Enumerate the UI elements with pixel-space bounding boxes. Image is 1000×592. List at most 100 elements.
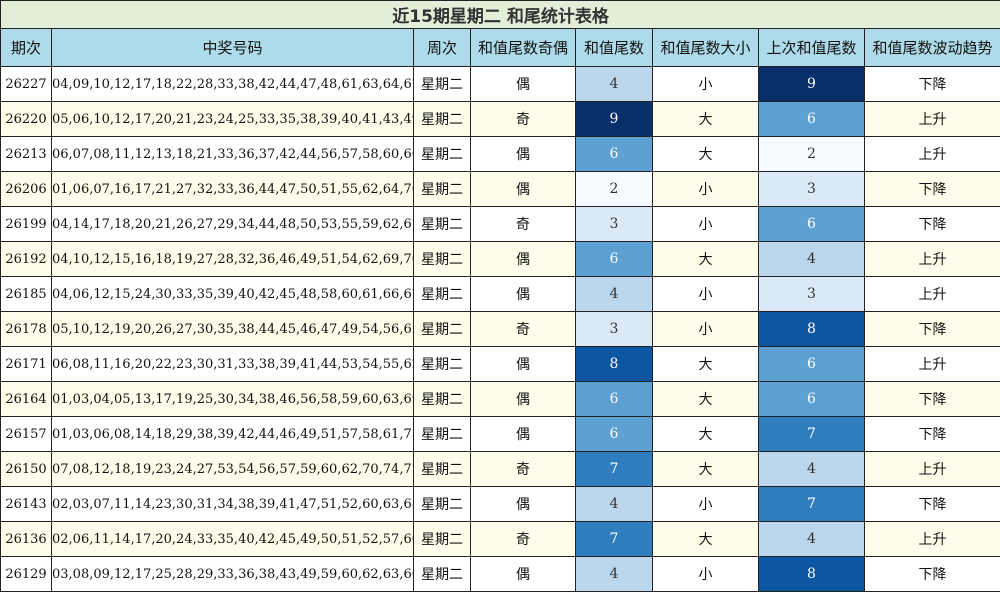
table-row: 2614302,03,07,11,14,23,30,31,34,38,39,41… — [1, 487, 1000, 522]
cell-parity: 偶 — [471, 277, 576, 312]
table-row: 2615701,03,06,08,14,18,29,38,39,42,44,46… — [1, 417, 1000, 452]
cell-issue: 26206 — [1, 172, 52, 207]
cell-trend: 下降 — [865, 417, 1000, 452]
cell-weekday: 星期二 — [414, 137, 471, 172]
header-size: 和值尾数大小 — [653, 29, 759, 67]
cell-numbers: 04,09,10,12,17,18,22,28,33,38,42,44,47,4… — [52, 67, 414, 102]
cell-size: 大 — [653, 382, 759, 417]
cell-prev-tail: 7 — [759, 487, 865, 522]
cell-issue: 26192 — [1, 242, 52, 277]
table-row: 2619204,10,12,15,16,18,19,27,28,32,36,46… — [1, 242, 1000, 277]
header-numbers: 中奖号码 — [52, 29, 414, 67]
cell-numbers: 04,06,12,15,24,30,33,35,39,40,42,45,48,5… — [52, 277, 414, 312]
cell-trend: 上升 — [865, 277, 1000, 312]
cell-numbers: 04,14,17,18,20,21,26,27,29,34,44,48,50,5… — [52, 207, 414, 242]
cell-tail: 4 — [576, 67, 653, 102]
cell-tail: 6 — [576, 417, 653, 452]
cell-prev-tail: 6 — [759, 347, 865, 382]
table-row: 2613602,06,11,14,17,20,24,33,35,40,42,45… — [1, 522, 1000, 557]
cell-issue: 26129 — [1, 557, 52, 592]
cell-parity: 奇 — [471, 102, 576, 137]
cell-weekday: 星期二 — [414, 312, 471, 347]
cell-parity: 奇 — [471, 312, 576, 347]
cell-weekday: 星期二 — [414, 172, 471, 207]
header-parity: 和值尾数奇偶 — [471, 29, 576, 67]
cell-parity: 偶 — [471, 417, 576, 452]
header-weekday: 周次 — [414, 29, 471, 67]
cell-size: 小 — [653, 557, 759, 592]
cell-prev-tail: 7 — [759, 417, 865, 452]
cell-trend: 下降 — [865, 67, 1000, 102]
cell-parity: 奇 — [471, 207, 576, 242]
cell-trend: 下降 — [865, 207, 1000, 242]
table-row: 2615007,08,12,18,19,23,24,27,53,54,56,57… — [1, 452, 1000, 487]
cell-trend: 下降 — [865, 557, 1000, 592]
cell-numbers: 02,03,07,11,14,23,30,31,34,38,39,41,47,5… — [52, 487, 414, 522]
cell-size: 小 — [653, 172, 759, 207]
cell-tail: 4 — [576, 487, 653, 522]
table-row: 2622704,09,10,12,17,18,22,28,33,38,42,44… — [1, 67, 1000, 102]
cell-issue: 26199 — [1, 207, 52, 242]
cell-parity: 偶 — [471, 487, 576, 522]
cell-prev-tail: 4 — [759, 522, 865, 557]
cell-size: 大 — [653, 522, 759, 557]
cell-issue: 26213 — [1, 137, 52, 172]
cell-tail: 6 — [576, 242, 653, 277]
cell-tail: 9 — [576, 102, 653, 137]
cell-trend: 下降 — [865, 487, 1000, 522]
cell-numbers: 06,08,11,16,20,22,23,30,31,33,38,39,41,4… — [52, 347, 414, 382]
cell-parity: 奇 — [471, 452, 576, 487]
cell-issue: 26164 — [1, 382, 52, 417]
cell-issue: 26178 — [1, 312, 52, 347]
cell-tail: 2 — [576, 172, 653, 207]
cell-trend: 上升 — [865, 522, 1000, 557]
cell-trend: 下降 — [865, 172, 1000, 207]
table-row: 2612903,08,09,12,17,25,28,29,33,36,38,43… — [1, 557, 1000, 592]
cell-tail: 6 — [576, 137, 653, 172]
table-row: 2621306,07,08,11,12,13,18,21,33,36,37,42… — [1, 137, 1000, 172]
cell-numbers: 03,08,09,12,17,25,28,29,33,36,38,43,49,5… — [52, 557, 414, 592]
cell-issue: 26171 — [1, 347, 52, 382]
cell-prev-tail: 6 — [759, 207, 865, 242]
cell-prev-tail: 3 — [759, 172, 865, 207]
cell-weekday: 星期二 — [414, 277, 471, 312]
cell-parity: 偶 — [471, 557, 576, 592]
table-title: 近15期星期二 和尾统计表格 — [1, 1, 1000, 29]
cell-weekday: 星期二 — [414, 417, 471, 452]
header-issue: 期次 — [1, 29, 52, 67]
cell-weekday: 星期二 — [414, 347, 471, 382]
cell-issue: 26136 — [1, 522, 52, 557]
table-body: 2622704,09,10,12,17,18,22,28,33,38,42,44… — [1, 67, 1000, 592]
cell-issue: 26220 — [1, 102, 52, 137]
cell-prev-tail: 8 — [759, 557, 865, 592]
cell-weekday: 星期二 — [414, 487, 471, 522]
cell-tail: 6 — [576, 382, 653, 417]
header-trend: 和值尾数波动趋势 — [865, 29, 1000, 67]
cell-size: 大 — [653, 102, 759, 137]
cell-tail: 4 — [576, 277, 653, 312]
cell-weekday: 星期二 — [414, 102, 471, 137]
cell-weekday: 星期二 — [414, 522, 471, 557]
cell-tail: 7 — [576, 522, 653, 557]
cell-size: 大 — [653, 242, 759, 277]
cell-trend: 上升 — [865, 452, 1000, 487]
cell-parity: 偶 — [471, 172, 576, 207]
table-row: 2619904,14,17,18,20,21,26,27,29,34,44,48… — [1, 207, 1000, 242]
cell-trend: 上升 — [865, 137, 1000, 172]
cell-weekday: 星期二 — [414, 207, 471, 242]
cell-numbers: 02,06,11,14,17,20,24,33,35,40,42,45,49,5… — [52, 522, 414, 557]
cell-weekday: 星期二 — [414, 67, 471, 102]
cell-size: 大 — [653, 417, 759, 452]
cell-prev-tail: 2 — [759, 137, 865, 172]
cell-parity: 偶 — [471, 242, 576, 277]
cell-parity: 偶 — [471, 67, 576, 102]
cell-numbers: 04,10,12,15,16,18,19,27,28,32,36,46,49,5… — [52, 242, 414, 277]
cell-numbers: 07,08,12,18,19,23,24,27,53,54,56,57,59,6… — [52, 452, 414, 487]
cell-numbers: 06,07,08,11,12,13,18,21,33,36,37,42,44,5… — [52, 137, 414, 172]
cell-prev-tail: 4 — [759, 452, 865, 487]
cell-prev-tail: 6 — [759, 102, 865, 137]
cell-issue: 26185 — [1, 277, 52, 312]
cell-weekday: 星期二 — [414, 242, 471, 277]
cell-weekday: 星期二 — [414, 452, 471, 487]
cell-tail: 4 — [576, 557, 653, 592]
